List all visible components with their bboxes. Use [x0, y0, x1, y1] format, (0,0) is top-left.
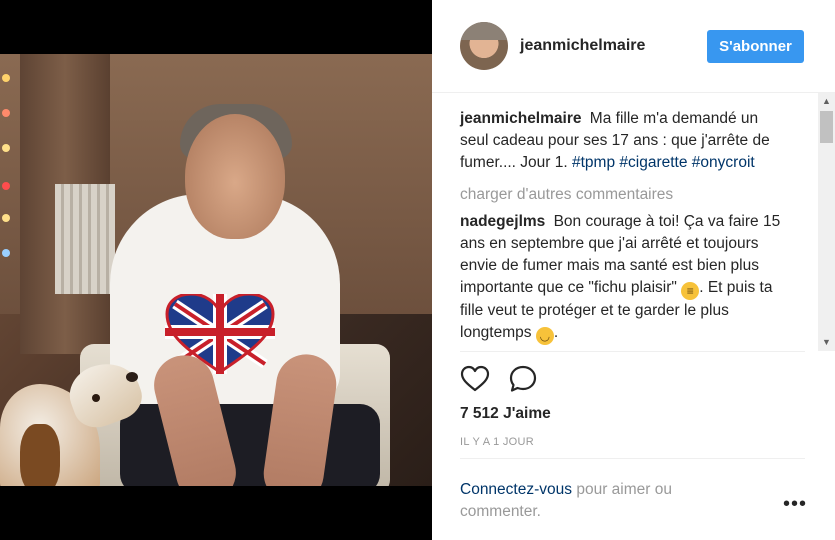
heart-outline-icon[interactable]	[460, 365, 490, 393]
hashtag-link[interactable]: #tpmp	[572, 154, 615, 171]
likes-count[interactable]: 7 512 J'aime	[460, 405, 551, 423]
post-photo[interactable]	[0, 54, 432, 486]
light-bulb	[2, 144, 10, 152]
post-timestamp: IL Y A 1 JOUR	[460, 436, 535, 448]
more-options-button[interactable]: •••	[782, 494, 808, 519]
grimacing-face-emoji-icon: ≡	[681, 282, 700, 300]
photo-string-lights	[0, 64, 12, 294]
photo-radiator	[55, 184, 115, 294]
photo-dog	[0, 353, 149, 486]
light-bulb	[2, 109, 10, 117]
divider	[460, 351, 805, 352]
post-info-panel: jeanmichelmaire S'abonner jeanmichelmair…	[432, 0, 835, 540]
scroll-thumb[interactable]	[820, 111, 833, 143]
hashtag-link[interactable]: #cigarette	[619, 154, 687, 171]
light-bulb	[2, 249, 10, 257]
post-header: jeanmichelmaire S'abonner	[432, 0, 835, 93]
follow-button[interactable]: S'abonner	[707, 30, 804, 63]
comment-item: nadegejlms Bon courage à toi! Ça va fair…	[460, 211, 790, 345]
photo-face	[185, 114, 285, 239]
scroll-up-arrow-icon[interactable]: ▲	[818, 93, 835, 110]
photo-pants	[120, 404, 380, 486]
dog-nose	[126, 372, 138, 382]
caption: jeanmichelmaire Ma fille m'a demandé un …	[460, 108, 790, 174]
header-username[interactable]: jeanmichelmaire	[520, 37, 645, 55]
light-bulb	[2, 182, 10, 190]
comments-section: jeanmichelmaire Ma fille m'a demandé un …	[432, 93, 835, 351]
smiling-face-emoji-icon: ◡	[535, 327, 554, 345]
dog-ear	[20, 424, 60, 486]
dog-eye	[92, 394, 100, 402]
avatar[interactable]	[460, 22, 508, 70]
comment-text: .	[553, 324, 559, 341]
comments-scrollbar[interactable]: ▲ ▼	[818, 93, 835, 351]
login-prompt: Connectez-vous pour aimer ou commenter.	[460, 479, 720, 523]
speech-bubble-icon[interactable]	[508, 365, 538, 393]
media-panel	[0, 0, 432, 540]
comment-author[interactable]: nadegejlms	[460, 213, 545, 230]
load-more-comments-link[interactable]: charger d'autres commentaires	[460, 186, 673, 204]
login-link[interactable]: Connectez-vous	[460, 481, 572, 498]
hashtag-link[interactable]: #onycroit	[692, 154, 755, 171]
light-bulb	[2, 74, 10, 82]
light-bulb	[2, 214, 10, 222]
scroll-down-arrow-icon[interactable]: ▼	[818, 334, 835, 351]
caption-author[interactable]: jeanmichelmaire	[460, 110, 581, 127]
divider	[460, 458, 805, 459]
